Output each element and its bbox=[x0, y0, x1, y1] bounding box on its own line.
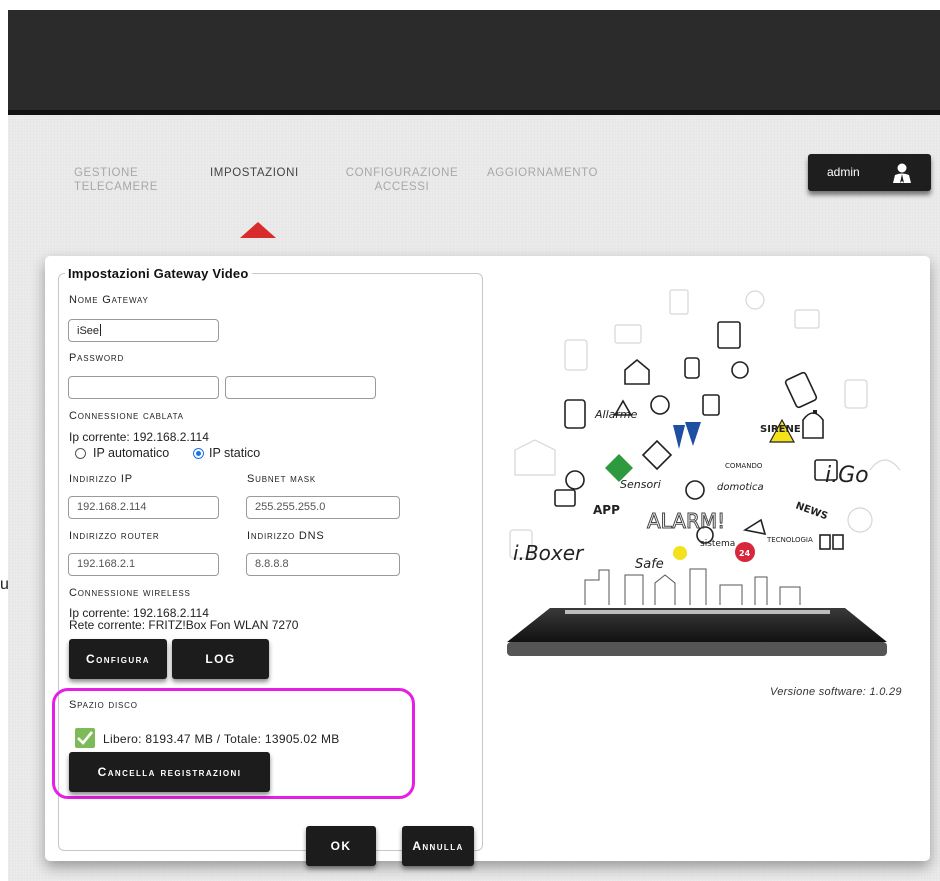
tab-gestione-telecamere[interactable]: Gestione telecamere bbox=[74, 166, 158, 194]
tab-line: accessi bbox=[374, 181, 430, 193]
radio-ip-automatico-label: IP automatico bbox=[93, 446, 170, 460]
cancella-registrazioni-button[interactable]: Cancella registrazioni bbox=[69, 752, 270, 792]
illus-word: 24 bbox=[739, 549, 751, 558]
illus-word: APP bbox=[593, 503, 620, 517]
panel-legend: Impostazioni Gateway Video bbox=[68, 266, 249, 281]
nome-gateway-input[interactable]: iSee bbox=[68, 319, 219, 342]
log-button[interactable]: LOG bbox=[172, 639, 269, 679]
tab-aggiornamento[interactable]: Aggiornamento bbox=[487, 166, 598, 180]
annulla-button[interactable]: Annulla bbox=[402, 826, 474, 866]
illus-word: ALARM! bbox=[647, 509, 725, 533]
ok-button[interactable]: OK bbox=[306, 826, 376, 866]
illus-word: TECNOLOGIA bbox=[766, 536, 813, 544]
stray-text: u bbox=[0, 576, 9, 593]
user-menu-button[interactable]: admin bbox=[808, 154, 931, 191]
illus-word: NEWS bbox=[794, 500, 829, 522]
indirizzo-dns-input[interactable]: 8.8.8.8 bbox=[246, 553, 400, 576]
tab-impostazioni[interactable]: Impostazioni bbox=[210, 166, 299, 180]
password-confirm-input[interactable] bbox=[225, 376, 376, 399]
spazio-disco-label: Spazio disco bbox=[69, 699, 138, 711]
product-illustration: Allarme Sensori APP ALARM! i.Boxer i.Go … bbox=[507, 289, 901, 656]
active-tab-indicator bbox=[240, 222, 276, 238]
illus-word: i.Boxer bbox=[513, 541, 585, 565]
subnet-mask-input[interactable]: 255.255.255.0 bbox=[246, 496, 400, 519]
password-label: Password bbox=[69, 352, 125, 364]
tab-line: Configurazione bbox=[345, 167, 459, 179]
illus-word: sistema bbox=[700, 539, 735, 549]
subnet-mask-label: Subnet mask bbox=[247, 473, 316, 485]
illus-word: domotica bbox=[717, 482, 764, 493]
indirizzo-ip-input[interactable]: 192.168.2.114 bbox=[68, 496, 219, 519]
password-input[interactable] bbox=[68, 376, 219, 399]
tab-line: telecamere bbox=[74, 181, 158, 193]
connessione-cablata-label: Connessione cablata bbox=[69, 410, 184, 422]
disk-space-info: Libero: 8193.47 MB / Totale: 13905.02 MB bbox=[103, 732, 340, 746]
illus-word: Safe bbox=[635, 557, 664, 572]
indirizzo-dns-label: Indirizzo DNS bbox=[247, 530, 325, 542]
tab-line: Aggiornamento bbox=[487, 167, 599, 179]
nome-gateway-value: iSee bbox=[77, 325, 100, 337]
ip-corrente-cablata: Ip corrente: 192.168.2.114 bbox=[69, 430, 209, 444]
illus-word: i.Go bbox=[825, 463, 869, 488]
radio-ip-statico-label: IP statico bbox=[209, 446, 261, 460]
indirizzo-ip-label: Indirizzo IP bbox=[69, 473, 133, 485]
disk-status-check-icon bbox=[75, 728, 95, 748]
software-version: Versione software: 1.0.29 bbox=[770, 686, 902, 698]
indirizzo-router-label: Indirizzo router bbox=[69, 530, 160, 542]
illus-word: COMANDO bbox=[725, 462, 763, 470]
nome-gateway-label: Nome Gateway bbox=[69, 294, 149, 306]
configura-button[interactable]: Configura bbox=[69, 639, 167, 679]
illus-word: Allarme bbox=[594, 408, 638, 421]
top-header-bar bbox=[8, 10, 940, 115]
tab-configurazione-accessi[interactable]: Configurazione accessi bbox=[342, 166, 462, 194]
tab-line: Impostazioni bbox=[210, 167, 299, 179]
connessione-wireless-label: Connessione wireless bbox=[69, 587, 191, 599]
illus-word: Sensori bbox=[620, 478, 661, 491]
indirizzo-router-input[interactable]: 192.168.2.1 bbox=[68, 553, 219, 576]
rete-corrente: Rete corrente: FRITZ!Box Fon WLAN 7270 bbox=[69, 618, 299, 632]
username: admin bbox=[827, 165, 860, 179]
tab-line: Gestione bbox=[74, 167, 139, 179]
illus-word: SIRENE bbox=[760, 424, 801, 435]
user-icon bbox=[893, 163, 911, 183]
radio-ip-automatico[interactable] bbox=[75, 448, 86, 459]
radio-ip-statico[interactable] bbox=[193, 448, 204, 459]
